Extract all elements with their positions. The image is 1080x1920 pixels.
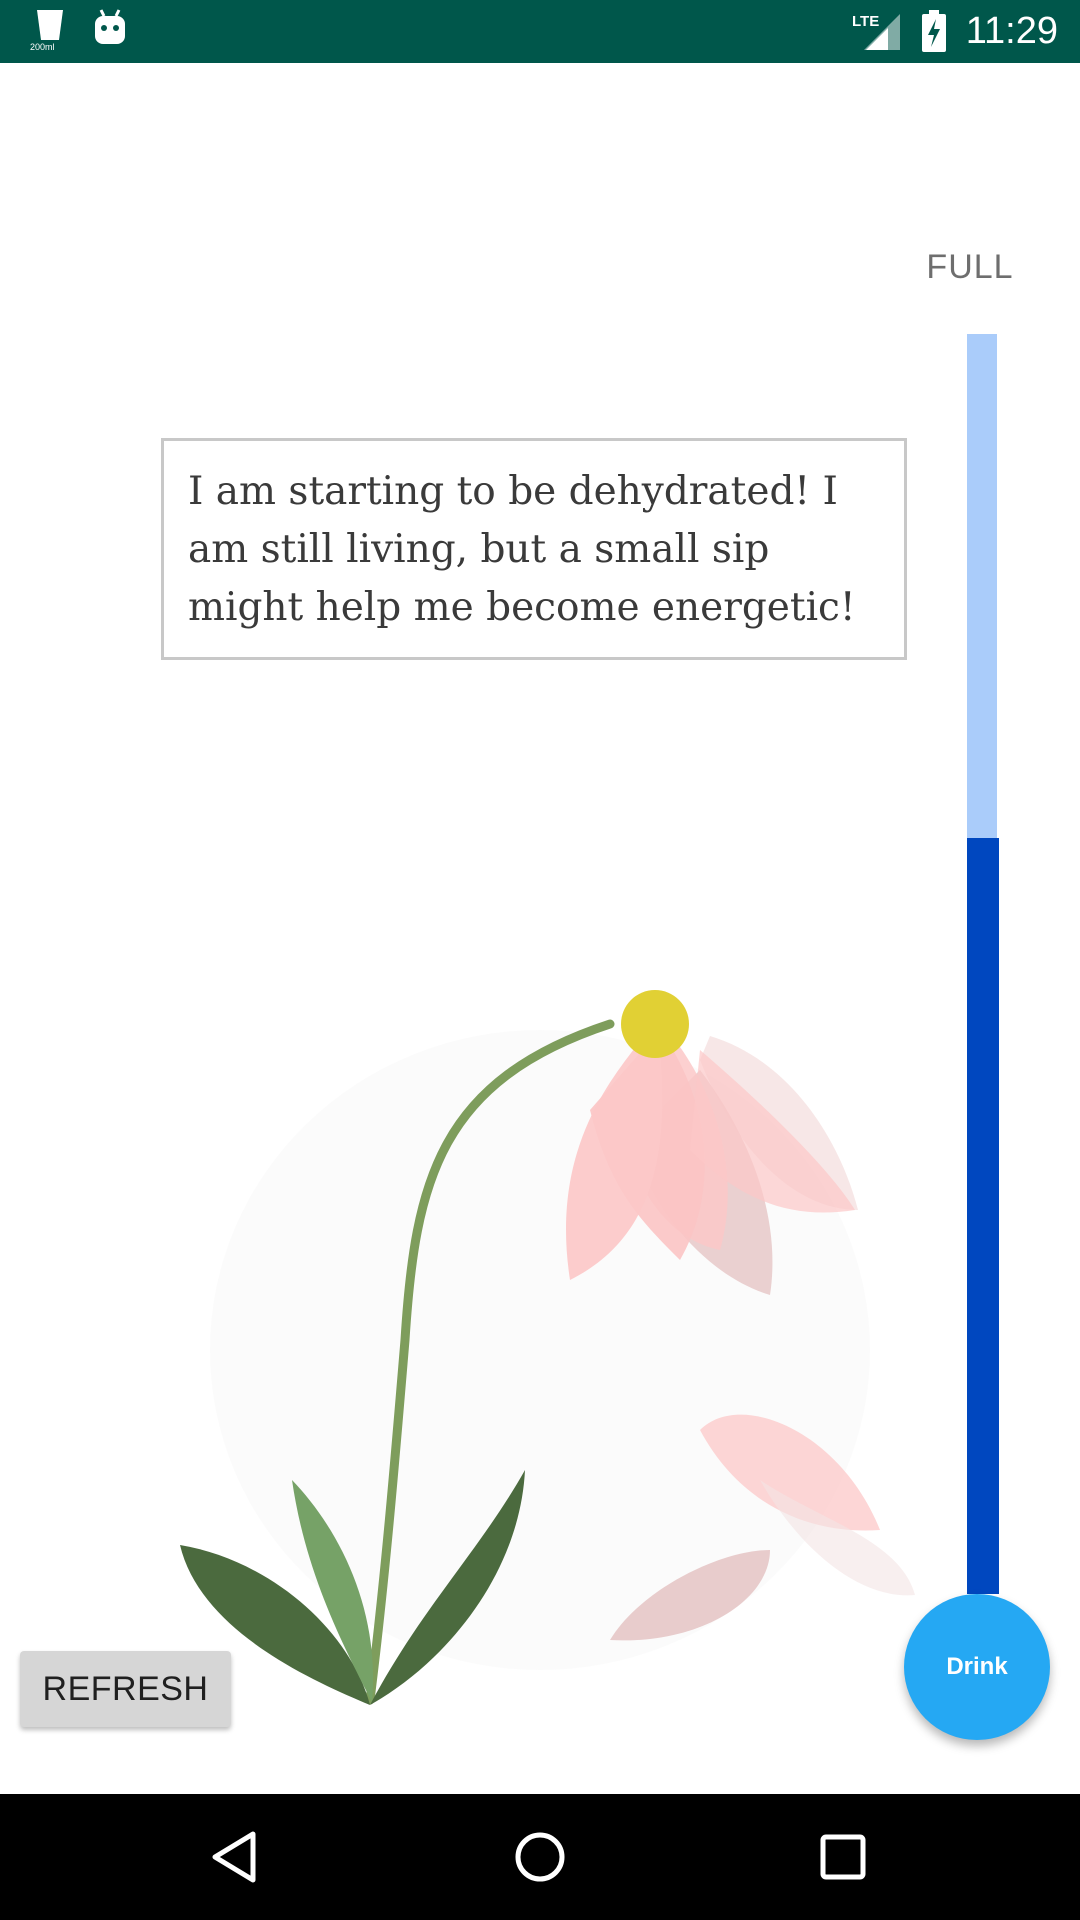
battery-charging-icon (920, 10, 948, 57)
status-bar: 200ml LTE 11:29 (0, 0, 1080, 63)
svg-text:LTE: LTE (852, 13, 879, 30)
android-icon (92, 8, 128, 53)
drink-button[interactable]: Drink (904, 1594, 1050, 1740)
navigation-bar (0, 1794, 1080, 1920)
refresh-button[interactable]: REFRESH (20, 1651, 231, 1727)
plant-message-box: I am starting to be dehydrated! I am sti… (161, 438, 907, 660)
wilting-flower-illustration (140, 960, 940, 1720)
lte-signal-icon: LTE (852, 10, 902, 57)
home-icon[interactable] (505, 1822, 575, 1892)
flower-center (621, 990, 689, 1058)
level-full-label: FULL (926, 248, 1014, 286)
water-level-fill (967, 838, 999, 1594)
back-icon[interactable] (201, 1822, 271, 1892)
water-cup-label: 200ml (30, 42, 55, 52)
water-level-bar (967, 334, 999, 1594)
status-time: 11:29 (965, 10, 1058, 52)
screen: 200ml LTE 11:29 FULL I am starting to be… (0, 0, 1080, 1920)
water-cup-icon (30, 8, 70, 63)
recents-icon[interactable] (808, 1822, 878, 1892)
plant-message-text: I am starting to be dehydrated! I am sti… (188, 469, 856, 630)
